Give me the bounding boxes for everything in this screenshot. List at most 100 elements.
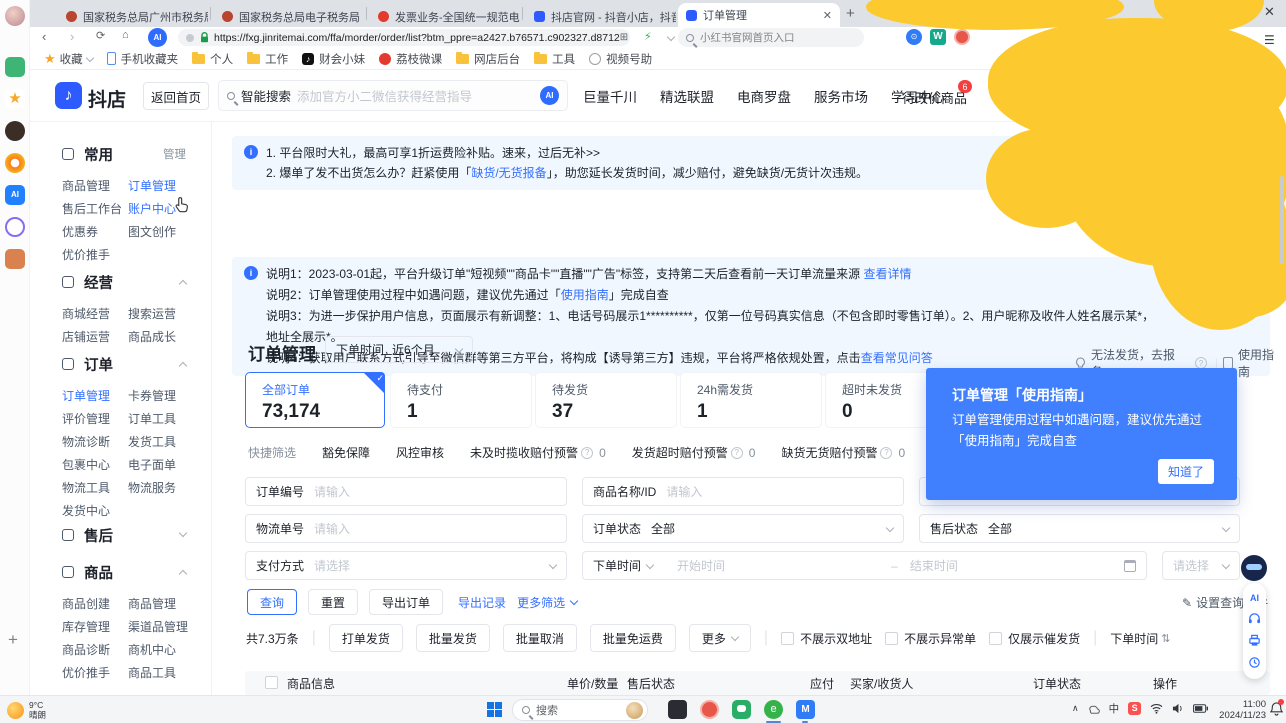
sidebar-item[interactable]: 优价推手 (62, 661, 128, 684)
order-status-select[interactable]: 订单状态全部 (582, 514, 904, 543)
window-close-icon[interactable]: ✕ (1264, 4, 1275, 20)
ai-extension-icon[interactable]: AI (148, 28, 167, 47)
batch-ship-button[interactable]: 批量发货 (416, 624, 490, 652)
stat-card-to-ship[interactable]: 待发货37 (535, 372, 677, 428)
extensions-grid-icon[interactable]: ⊞ (620, 32, 628, 43)
bookmark-item[interactable]: 网店后台 (456, 51, 520, 67)
new-tab-button[interactable]: + (846, 5, 855, 22)
doudian-logo-icon[interactable]: ♪ (55, 82, 82, 109)
app-icon-green[interactable] (5, 57, 25, 77)
order-time-filter-select[interactable]: 下单时间 近6个月 (325, 336, 473, 363)
nav-fuwushichang[interactable]: 服务市场 (814, 86, 868, 106)
printer-tool-button[interactable] (1248, 634, 1261, 647)
pending-price-link[interactable]: 待改价商品 (902, 88, 967, 107)
batch-cancel-button[interactable]: 批量取消 (503, 624, 577, 652)
bookmark-favorites[interactable]: ★ 收藏 (44, 51, 93, 67)
stat-card-unpaid[interactable]: 待支付1 (390, 372, 532, 428)
aftersale-status-select[interactable]: 售后状态全部 (919, 514, 1240, 543)
sidebar-item[interactable]: 售后工作台 (62, 197, 128, 220)
filter-chip[interactable]: 豁免保障 (322, 444, 370, 461)
collapse-icon[interactable] (179, 361, 187, 369)
tracking-no-input[interactable]: 物流单号请输入 (245, 514, 567, 543)
battery-icon[interactable] (1193, 704, 1208, 713)
reset-button[interactable]: 重置 (308, 589, 358, 615)
sidebar-item[interactable]: 商品管理 (62, 174, 128, 197)
filter-chip[interactable]: 风控审核 (396, 444, 444, 461)
collapse-icon[interactable] (179, 279, 187, 287)
site-info-icon[interactable] (186, 34, 194, 42)
bookmark-item[interactable]: 工作 (247, 51, 288, 67)
sidebar-item[interactable]: 商品成长 (128, 325, 212, 348)
sidebar-item[interactable]: 物流服务 (128, 476, 212, 499)
browser-tab[interactable]: 国家税务总局电子税务局 (214, 6, 364, 27)
taskbar-weather[interactable]: 9°C晴朗 (7, 700, 46, 720)
taskbar-search[interactable]: 搜索 (512, 699, 648, 721)
history-tool-button[interactable] (1248, 656, 1261, 669)
sidebar-item[interactable]: 电子面单 (128, 453, 212, 476)
nav-juliangqianchuan[interactable]: 巨量千川 (583, 86, 637, 106)
usage-guide-link[interactable]: 使用指南 (561, 288, 609, 302)
export-log-link[interactable]: 导出记录 (458, 594, 506, 611)
checkbox-icon[interactable] (989, 632, 1002, 645)
collapse-icon[interactable] (179, 569, 187, 577)
user-avatar[interactable] (5, 6, 25, 26)
checkbox-icon[interactable] (885, 632, 898, 645)
checkbox-hide-double-address[interactable]: 不展示双地址 (781, 630, 872, 647)
taskbar-app-dark[interactable] (668, 700, 687, 719)
url-dropdown-icon[interactable] (667, 33, 675, 41)
sidebar-item[interactable]: 卡券管理 (128, 384, 212, 407)
sidebar-item[interactable]: 商品工具 (128, 661, 212, 684)
date-range-picker[interactable]: 下单时间 开始时间 – 结束时间 (582, 551, 1147, 580)
ime-language[interactable]: 中 (1109, 701, 1120, 716)
toolbar-w-icon[interactable]: W (930, 29, 946, 45)
assistant-robot-icon[interactable] (1241, 555, 1267, 581)
nav-dianshangluopan[interactable]: 电商罗盘 (737, 86, 791, 106)
filter-chip[interactable]: 缺货无货赔付预警?0 (781, 444, 905, 461)
bookmark-item[interactable]: ♪ 财会小妹 (302, 51, 365, 67)
sidebar-item[interactable]: 发货工具 (128, 430, 212, 453)
url-bar[interactable]: https://fxg.jinritemai.com/ffa/morder/or… (178, 29, 630, 46)
sidebar-item[interactable]: 库存管理 (62, 615, 128, 638)
tab-close-icon[interactable]: ✕ (823, 9, 832, 22)
bookmark-item[interactable]: 视频号助 (589, 51, 652, 67)
app-icon-purple[interactable] (5, 217, 25, 237)
back-home-button[interactable]: 返回首页 (143, 82, 209, 110)
taskbar-app-m[interactable]: M (796, 700, 815, 719)
browser-menu-icon[interactable]: ☰ (1264, 33, 1275, 47)
checkbox-only-urged[interactable]: 仅展示催发货 (989, 630, 1080, 647)
order-no-input[interactable]: 订单编号请输入 (245, 477, 567, 506)
strip-add-button[interactable]: + (8, 630, 18, 650)
browser-tab[interactable]: 发票业务-全国统一规范电子税 (370, 6, 520, 27)
plugin-lightning-icon[interactable]: ⚡ (644, 30, 652, 43)
checkbox-hide-abnormal[interactable]: 不展示异常单 (885, 630, 976, 647)
sidebar-item[interactable]: 优价推手 (62, 243, 128, 266)
sidebar-item[interactable]: 评价管理 (62, 407, 128, 430)
taskbar-app-browser[interactable]: e (764, 700, 783, 719)
bookmark-item[interactable]: 工具 (534, 51, 575, 67)
section-manage-link[interactable]: 管理 (163, 146, 186, 162)
filter-chip[interactable]: 发货超时赔付预警?0 (632, 444, 756, 461)
onedrive-icon[interactable] (1088, 703, 1100, 715)
select-all-checkbox[interactable] (265, 676, 278, 689)
quick-search-box[interactable]: 小红书官网首页入口 (678, 28, 864, 47)
filter-chip[interactable]: 未及时揽收赔付预警?0 (470, 444, 606, 461)
toolbar-lollipop-icon[interactable] (954, 29, 970, 45)
faq-link[interactable]: 查看常见问答 (861, 351, 933, 365)
taskbar-clock[interactable]: 11:002024/11/23 (1218, 699, 1266, 721)
notification-bell[interactable] (1270, 702, 1283, 721)
print-ship-button[interactable]: 打单发货 (329, 624, 403, 652)
extra-select[interactable]: 请选择 (1162, 551, 1240, 580)
tray-expand-icon[interactable]: ∧ (1072, 703, 1079, 714)
browser-tab[interactable]: 国家税务总局广州市税务局 (58, 6, 208, 27)
sidebar-item[interactable]: 商品管理 (128, 592, 212, 615)
sidebar-item[interactable]: 物流诊断 (62, 430, 128, 453)
ai-tool-button[interactable]: AI (1250, 593, 1259, 603)
more-filters-link[interactable]: 更多筛选 (517, 594, 577, 611)
bookmark-item[interactable]: 个人 (192, 51, 233, 67)
app-icon-star[interactable]: ★ (5, 89, 25, 109)
expand-icon[interactable] (179, 528, 187, 536)
usage-guide-top-link[interactable]: 使用指南 (1238, 346, 1286, 380)
refresh-icon[interactable]: ⟳ (96, 29, 105, 42)
sidebar-item[interactable]: 店铺运营 (62, 325, 128, 348)
report-shortage-link[interactable]: 缺货/无货报备 (471, 166, 546, 180)
